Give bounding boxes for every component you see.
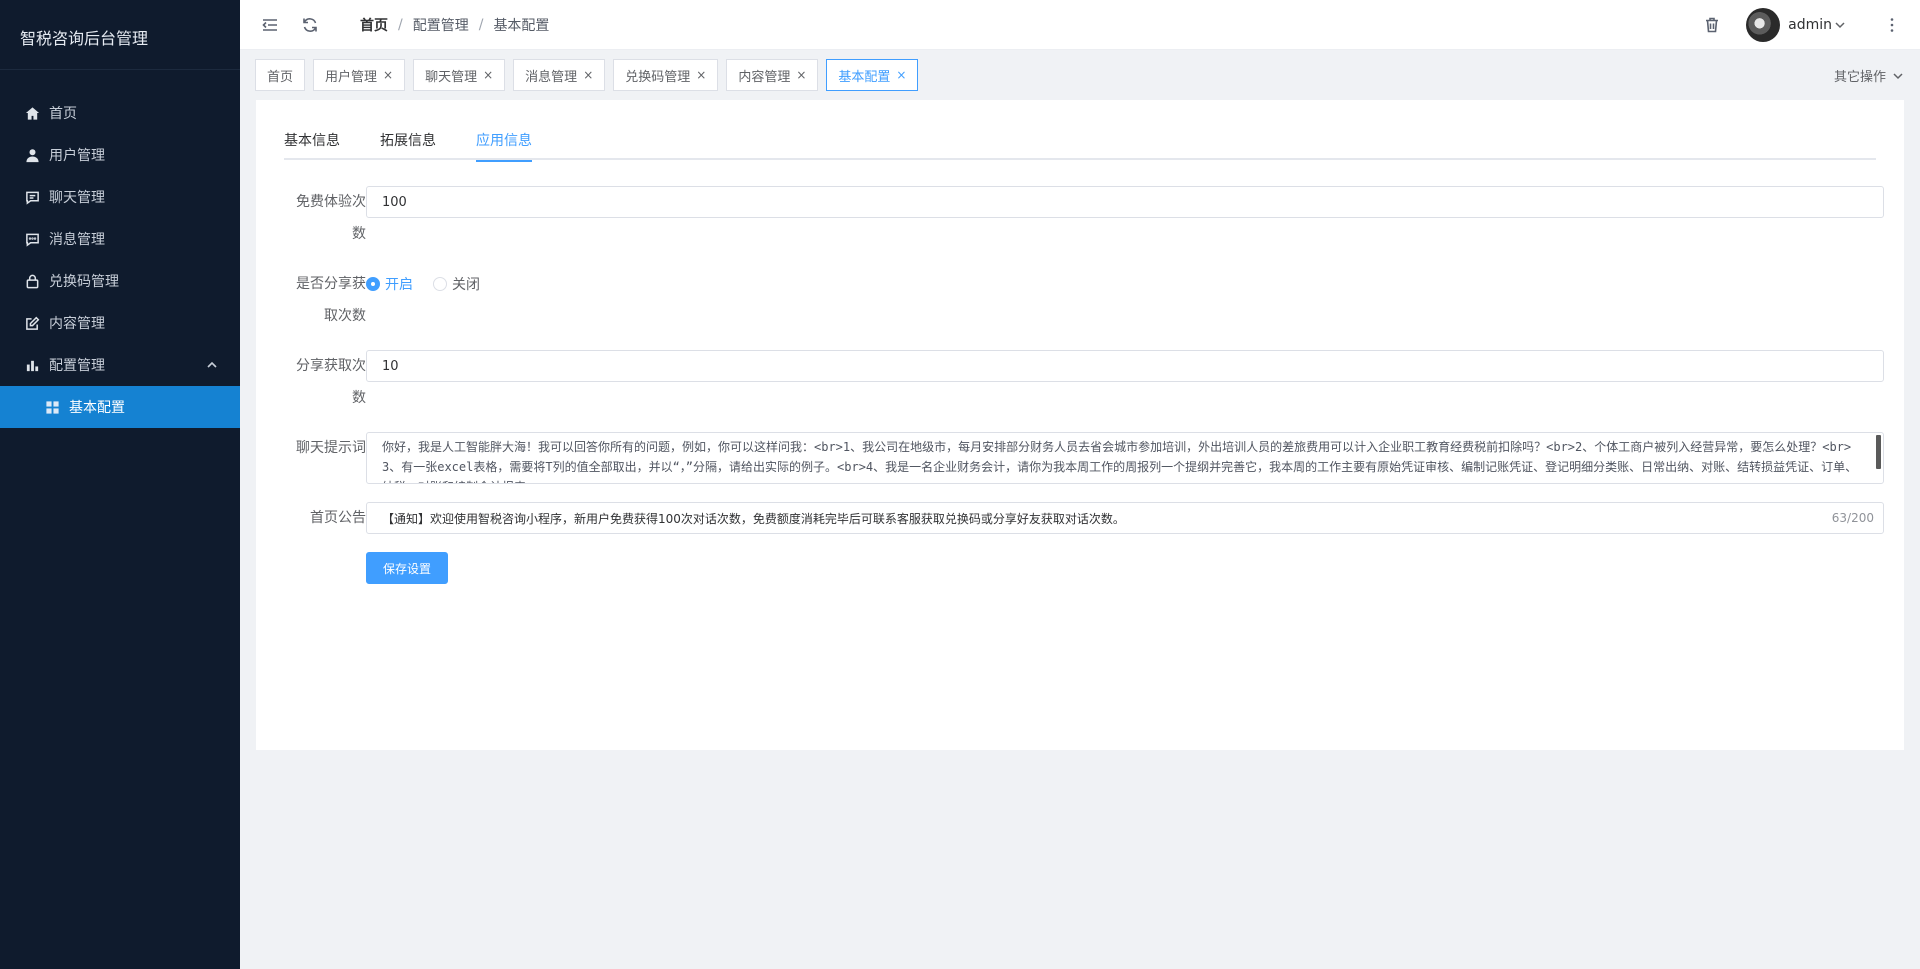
tag-home[interactable]: 首页	[255, 59, 306, 91]
sidebar: 智税咨询后台管理 首页 用户管理 聊天管理 消息管理 兑换码管理 内容管理 配置…	[0, 0, 240, 969]
sidebar-item-users[interactable]: 用户管理	[0, 134, 240, 176]
label-line: 免费体验次	[296, 194, 366, 210]
sidebar-item-redeem-codes[interactable]: 兑换码管理	[0, 260, 240, 302]
announcement-counter: 63/200	[1831, 511, 1874, 525]
share-count-input[interactable]	[366, 350, 1884, 382]
sidebar-item-content[interactable]: 内容管理	[0, 302, 240, 344]
breadcrumb-separator: /	[398, 16, 403, 33]
label-line: 是否分享获	[296, 276, 366, 292]
breadcrumb-item: 基本配置	[493, 17, 550, 34]
edit-icon	[24, 315, 40, 331]
close-icon[interactable]: ×	[583, 68, 593, 82]
breadcrumb-item[interactable]: 首页	[360, 15, 388, 35]
tag-redeem-codes[interactable]: 兑换码管理 ×	[613, 59, 719, 91]
user-menu[interactable]: admin	[1788, 17, 1846, 33]
sidebar-item-chat[interactable]: 聊天管理	[0, 176, 240, 218]
config-card: 基本信息 拓展信息 应用信息 免费体验次 数 是否分享获 取次数 开启	[256, 100, 1904, 750]
sidebar-item-label: 消息管理	[49, 232, 105, 248]
breadcrumb-item[interactable]: 配置管理	[413, 15, 469, 35]
tag-basic-config[interactable]: 基本配置 ×	[826, 59, 919, 91]
tag-label: 内容管理	[738, 69, 791, 85]
menu-fold-icon[interactable]	[260, 15, 280, 35]
header-right: admin	[1702, 0, 1920, 50]
tag-content[interactable]: 内容管理 ×	[726, 59, 819, 91]
home-icon	[24, 105, 40, 121]
radio-label: 关闭	[452, 277, 480, 293]
chevron-down-icon	[1835, 22, 1845, 29]
share-count-label: 分享获取次 数	[276, 350, 366, 414]
announcement-label: 首页公告	[310, 510, 366, 526]
announcement-input[interactable]	[366, 502, 1884, 534]
sidebar-item-label: 兑换码管理	[49, 274, 119, 290]
other-operations-label: 其它操作	[1833, 70, 1886, 85]
sidebar-item-home[interactable]: 首页	[0, 92, 240, 134]
tag-label: 用户管理	[325, 69, 378, 85]
tab-extended-info[interactable]: 拓展信息	[380, 128, 436, 160]
tag-label: 基本配置	[838, 69, 891, 85]
share-enable-label: 是否分享获 取次数	[276, 268, 366, 332]
app-title: 智税咨询后台管理	[0, 0, 240, 70]
tag-label: 消息管理	[525, 69, 578, 85]
free-trial-label: 免费体验次 数	[276, 186, 366, 250]
close-icon[interactable]: ×	[483, 68, 493, 82]
close-icon[interactable]: ×	[896, 68, 906, 82]
radio-label: 开启	[385, 277, 413, 293]
sidebar-item-basic-config[interactable]: 基本配置	[0, 386, 240, 428]
lock-icon	[24, 273, 40, 289]
other-operations-dropdown[interactable]: 其它操作	[1834, 66, 1904, 85]
label-line: 取次数	[324, 308, 366, 324]
sidebar-item-label: 基本配置	[69, 400, 125, 416]
breadcrumb: 首页 / 配置管理 / 基本配置	[360, 15, 549, 35]
chevron-up-icon	[206, 359, 218, 371]
tag-chat[interactable]: 聊天管理 ×	[413, 59, 506, 91]
radio-enable[interactable]: 开启	[366, 274, 413, 294]
radio-disable[interactable]: 关闭	[433, 274, 480, 294]
tag-label: 聊天管理	[425, 69, 478, 85]
message-icon	[24, 231, 40, 247]
tag-messages[interactable]: 消息管理 ×	[513, 59, 606, 91]
chat-prompt-label: 聊天提示词	[296, 440, 366, 456]
grid-icon	[44, 399, 60, 415]
tags-bar: 首页 用户管理 × 聊天管理 × 消息管理 × 兑换码管理 × 内容管理 × 基本配置 × …	[240, 51, 1920, 99]
top-header: 首页 / 配置管理 / 基本配置 admin	[240, 0, 1920, 50]
close-icon[interactable]: ×	[796, 68, 806, 82]
breadcrumb-separator: /	[478, 16, 484, 33]
sidebar-item-label: 内容管理	[49, 316, 105, 332]
chat-prompt-textarea[interactable]: 你好，我是人工智能胖大海！我可以回答你所有的问题，例如，你可以这样问我：<br>…	[366, 432, 1884, 484]
refresh-icon[interactable]	[300, 15, 320, 35]
textarea-scrollbar[interactable]	[1876, 435, 1881, 469]
sidebar-item-messages[interactable]: 消息管理	[0, 218, 240, 260]
more-vertical-icon[interactable]	[1882, 15, 1902, 35]
tag-users[interactable]: 用户管理 ×	[313, 59, 406, 91]
sidebar-item-label: 用户管理	[49, 148, 105, 164]
save-button[interactable]: 保存设置	[366, 552, 449, 584]
user-icon	[24, 147, 40, 163]
chat-icon	[24, 189, 40, 205]
tab-basic-info[interactable]: 基本信息	[284, 128, 340, 160]
sidebar-item-label: 聊天管理	[49, 190, 105, 206]
close-icon[interactable]: ×	[383, 68, 393, 82]
sidebar-item-label: 配置管理	[49, 358, 105, 374]
sidebar-item-label: 首页	[49, 106, 77, 122]
tag-label: 首页	[267, 69, 294, 85]
chevron-down-icon	[1893, 72, 1903, 79]
label-line: 数	[352, 390, 366, 406]
free-trial-input[interactable]	[366, 186, 1884, 218]
label-line: 数	[352, 226, 366, 242]
radio-dot	[433, 277, 447, 291]
sidebar-item-config[interactable]: 配置管理	[0, 344, 240, 386]
trash-icon[interactable]	[1702, 15, 1722, 35]
radio-dot	[366, 277, 380, 291]
tag-label: 兑换码管理	[625, 69, 691, 85]
avatar[interactable]	[1746, 8, 1781, 42]
bar-chart-icon	[24, 357, 40, 373]
user-name: admin	[1788, 17, 1832, 33]
share-enable-radio-group: 开启 关闭	[366, 268, 1884, 300]
close-icon[interactable]: ×	[696, 68, 706, 82]
config-tabs: 基本信息 拓展信息 应用信息	[284, 128, 1876, 162]
chat-prompt-text: 你好，我是人工智能胖大海！我可以回答你所有的问题，例如，你可以这样问我：<br>…	[382, 440, 1858, 483]
tab-app-info[interactable]: 应用信息	[476, 128, 532, 162]
label-line: 分享获取次	[296, 358, 366, 374]
